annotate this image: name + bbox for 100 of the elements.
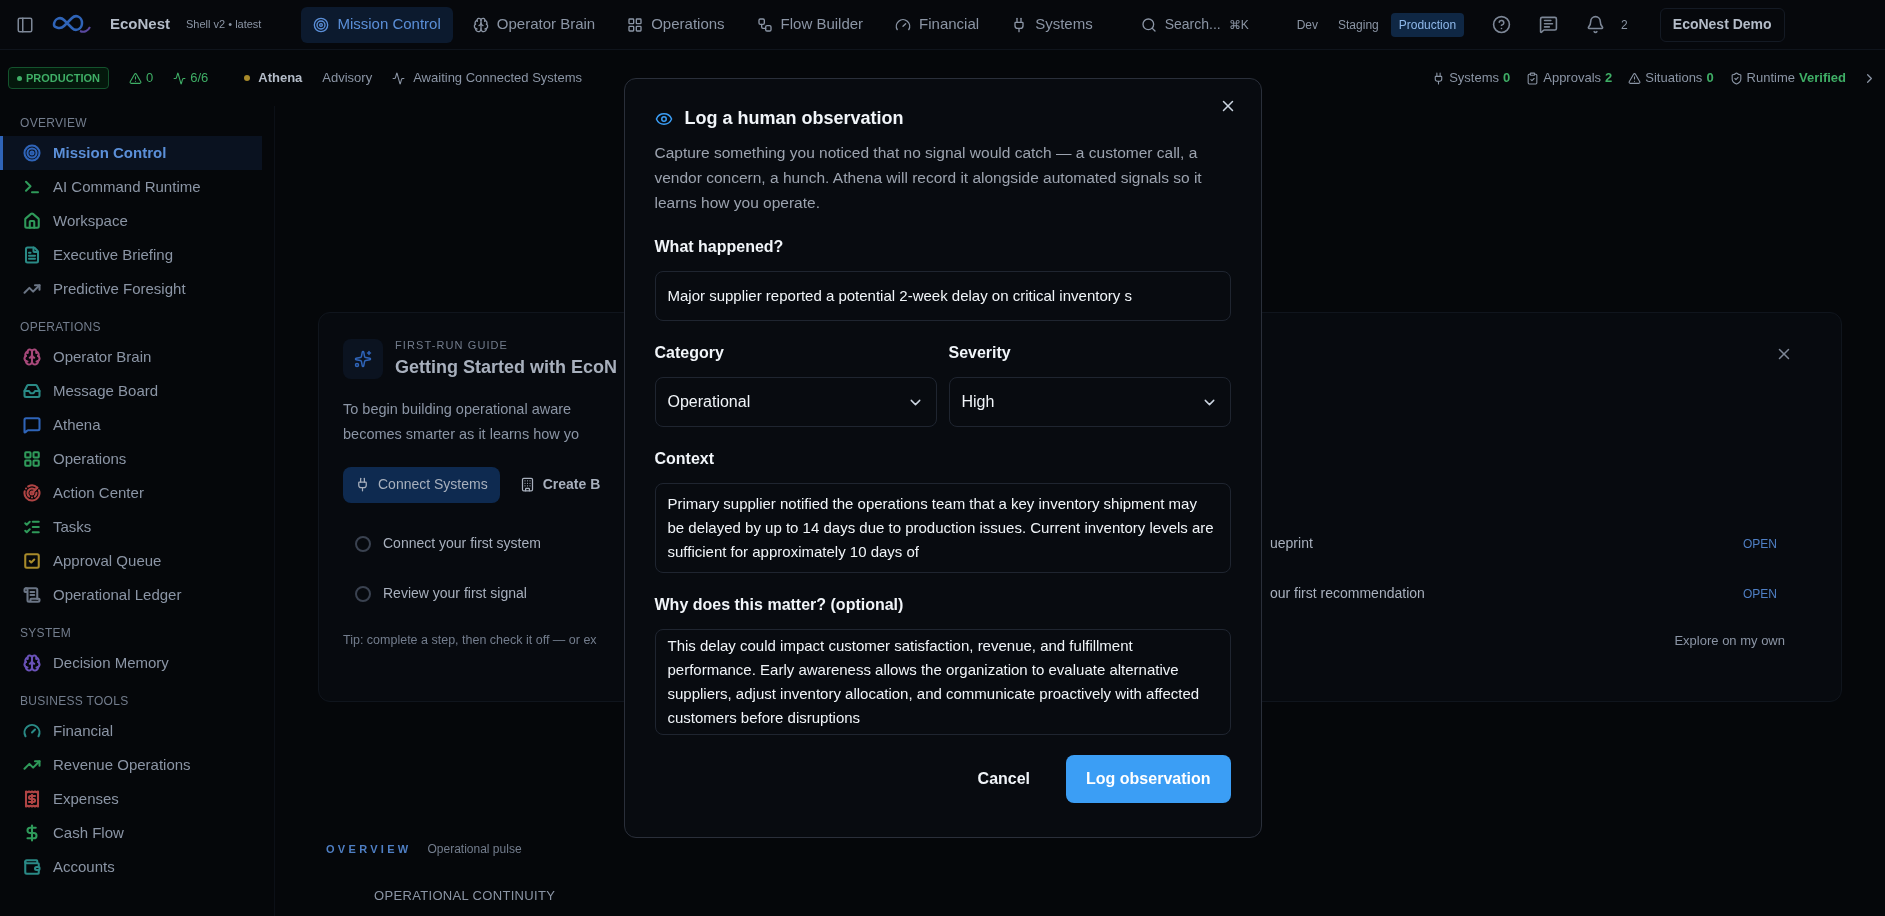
sidebar-item[interactable]: Message Board bbox=[0, 374, 262, 408]
sidebar-item[interactable]: AI Command Runtime bbox=[0, 170, 262, 204]
step-checkbox[interactable] bbox=[355, 585, 371, 602]
sidebar-item[interactable]: Tasks bbox=[0, 510, 262, 544]
warning-icon bbox=[1628, 71, 1642, 85]
why-field[interactable]: This delay could impact customer satisfaction, revenue, and fulfillment performance. Early awareness allows the organization to evaluate alternative suppliers, adjust inventory allocation, and communicate proactively with affected customers before disruptions bbox=[654, 629, 1231, 735]
building-icon bbox=[519, 477, 535, 492]
sidebar-item[interactable]: Cash Flow bbox=[0, 816, 262, 850]
field-label: Context bbox=[654, 449, 716, 469]
stat-label: Approvals bbox=[1543, 69, 1602, 88]
overview-subtitle: Operational pulse bbox=[427, 841, 522, 858]
grid-icon bbox=[627, 16, 644, 33]
explore-link[interactable]: Explore on my own bbox=[1674, 630, 1785, 650]
section-heading: OPERATIONS bbox=[19, 319, 102, 336]
help-icon[interactable] bbox=[1492, 15, 1512, 34]
step-label: Review your first signal bbox=[383, 584, 527, 603]
nav-tab[interactable]: Operations bbox=[615, 6, 737, 43]
workflow-icon bbox=[756, 16, 773, 33]
sidebar-item[interactable]: Workspace bbox=[0, 204, 262, 238]
step-label: ueprint bbox=[1270, 534, 1313, 553]
agent-mode: Advisory bbox=[322, 69, 373, 88]
cancel-button[interactable]: Cancel bbox=[965, 755, 1043, 803]
sidebar-item[interactable]: Approval Queue bbox=[0, 544, 262, 578]
step-checkbox[interactable] bbox=[355, 535, 371, 552]
sidebar-toggle-icon[interactable] bbox=[16, 15, 34, 34]
context-field[interactable]: Primary supplier notified the operations team that a key inventory shipment may be delayed by up to 14 days due to production issues. Current inventory levels are sufficient for approximately 10 days of bbox=[654, 483, 1231, 573]
open-link[interactable]: OPEN bbox=[1743, 584, 1777, 603]
sidebar-item[interactable]: Predictive Foresight bbox=[0, 272, 262, 306]
sidebar-item[interactable]: Athena bbox=[0, 408, 262, 442]
nav-tab[interactable]: Flow Builder bbox=[744, 6, 876, 43]
dialog-title: Log a human observation bbox=[684, 107, 904, 130]
stat-label: Runtime bbox=[1746, 69, 1796, 88]
guide-description: To begin building operational aware bbox=[343, 399, 573, 419]
notification-count: 2 bbox=[1621, 16, 1628, 34]
stat-label: Systems bbox=[1449, 69, 1499, 88]
sidebar-item[interactable]: Financial bbox=[0, 714, 262, 748]
connect-systems-button[interactable]: Connect Systems bbox=[343, 466, 500, 503]
status-text: Awaiting Connected Systems bbox=[413, 69, 583, 88]
sidebar-item[interactable]: Executive Briefing bbox=[0, 238, 262, 272]
target-icon bbox=[313, 16, 330, 33]
search-field[interactable]: Search... ⌘K bbox=[1132, 8, 1257, 41]
nav-tab[interactable]: Operator Brain bbox=[460, 6, 608, 43]
open-link[interactable]: OPEN bbox=[1743, 534, 1777, 553]
brand-name: EcoNest bbox=[110, 14, 171, 35]
gauge-icon bbox=[895, 16, 912, 33]
shield-icon bbox=[1729, 71, 1743, 85]
sidebar-item[interactable]: Mission Control bbox=[0, 136, 262, 170]
sidebar-item[interactable]: Expenses bbox=[0, 782, 262, 816]
search-placeholder: Search... bbox=[1164, 15, 1221, 34]
sidebar-item[interactable]: Decision Memory bbox=[0, 646, 262, 680]
environment-badge: PRODUCTION bbox=[8, 66, 109, 90]
sidebar-item[interactable]: Revenue Operations bbox=[0, 748, 262, 782]
stat-label: Situations bbox=[1645, 69, 1703, 88]
sidebar-item[interactable]: Operator Brain bbox=[0, 340, 262, 374]
sidebar-item[interactable]: Operational Ledger bbox=[0, 578, 262, 612]
shortcut-hint: ⌘K bbox=[1228, 16, 1249, 34]
nav-tab[interactable]: Financial bbox=[883, 6, 992, 43]
health-count: 6/6 bbox=[190, 69, 209, 88]
field-label: What happened? bbox=[654, 237, 785, 257]
step-label: Connect your first system bbox=[383, 534, 541, 553]
environment-tab[interactable]: Dev bbox=[1288, 12, 1327, 37]
step-label: our first recommendation bbox=[1270, 584, 1425, 603]
section-heading: SYSTEM bbox=[19, 625, 73, 642]
field-label: Why does this matter? (optional) bbox=[654, 595, 905, 615]
section-heading: BUSINESS TOOLS bbox=[19, 693, 130, 710]
stat-value: 2 bbox=[1605, 69, 1613, 88]
sidebar-item[interactable]: Action Center bbox=[0, 476, 262, 510]
what-happened-field[interactable]: Major supplier reported a potential 2-week delay on critical inventory s bbox=[654, 271, 1231, 321]
section-title: OPERATIONAL CONTINUITY bbox=[373, 887, 557, 905]
brain-icon bbox=[472, 16, 489, 33]
nav-tab[interactable]: Systems bbox=[999, 6, 1105, 43]
create-blueprint-button[interactable]: Create B bbox=[519, 474, 601, 495]
sidebar-item[interactable]: Operations bbox=[0, 442, 262, 476]
select-field[interactable]: Operational bbox=[654, 377, 937, 427]
pulse-icon bbox=[173, 71, 187, 85]
field-label: Severity bbox=[948, 343, 1012, 363]
guide-eyebrow: FIRST-RUN GUIDE bbox=[395, 338, 510, 353]
stat-value: 0 bbox=[1706, 69, 1714, 88]
dialog-description: Capture something you noticed that no signal would catch — a customer call, a vendor concern, a hunch. Athena will record it alongside automated signals so it learns how you operate. bbox=[654, 143, 1203, 213]
guide-tip: Tip: complete a step, then check it off — or ex bbox=[343, 631, 598, 649]
sidebar-item[interactable]: Accounts bbox=[0, 850, 262, 884]
clipboard-icon bbox=[1526, 71, 1540, 85]
environment-tab[interactable]: Staging bbox=[1330, 12, 1387, 37]
notifications-icon[interactable] bbox=[1586, 15, 1606, 34]
overview-label: OVERVIEW bbox=[326, 841, 412, 857]
sparkle-icon bbox=[343, 338, 383, 379]
stat-value: Verified bbox=[1799, 69, 1846, 88]
guide-title: Getting Started with EcoN bbox=[395, 355, 617, 379]
select-field[interactable]: High bbox=[948, 377, 1231, 427]
messages-icon[interactable] bbox=[1539, 15, 1559, 34]
account-button[interactable]: EcoNest Demo bbox=[1659, 7, 1785, 42]
section-heading: OVERVIEW bbox=[19, 115, 88, 132]
search-icon bbox=[1140, 16, 1157, 33]
pulse-icon bbox=[392, 71, 406, 85]
alert-count: 0 bbox=[145, 69, 154, 88]
guide-description: becomes smarter as it learns how yo bbox=[343, 424, 581, 444]
environment-tab[interactable]: Production bbox=[1390, 12, 1465, 37]
agent-name: Athena bbox=[258, 69, 303, 88]
nav-tab[interactable]: Mission Control bbox=[301, 6, 453, 43]
field-label: Category bbox=[654, 343, 725, 363]
